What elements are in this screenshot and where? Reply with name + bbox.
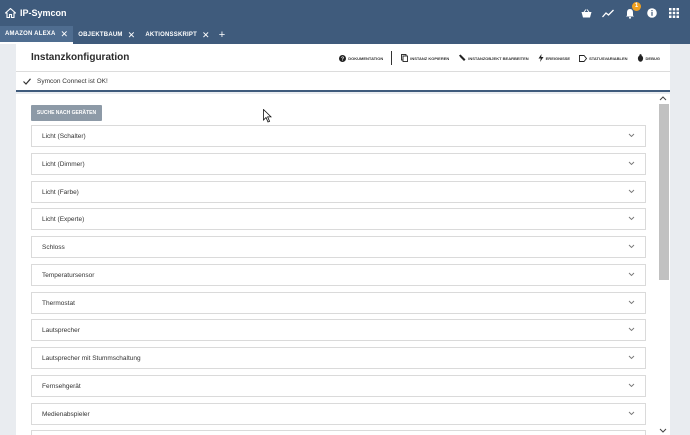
page-title: Instanzkonfiguration bbox=[31, 52, 130, 63]
device-type-item[interactable]: Lautsprecher bbox=[31, 319, 646, 341]
status-message: Symcon Connect ist OK! bbox=[37, 77, 108, 85]
edit-instance-button[interactable]: Instanzobjekt bearbeiten bbox=[458, 54, 529, 62]
close-icon[interactable]: ✕ bbox=[128, 30, 136, 41]
chevron-down-icon bbox=[628, 300, 635, 305]
wrench-icon bbox=[459, 54, 466, 61]
svg-text:?: ? bbox=[341, 56, 344, 62]
chevron-up-icon[interactable] bbox=[659, 96, 667, 101]
search-devices-button[interactable]: SUCHE NACH GERÄTEN bbox=[31, 105, 102, 121]
app-title: IP-Symcon bbox=[20, 8, 67, 18]
chevron-down-icon bbox=[628, 133, 635, 138]
debug-button[interactable]: Debug bbox=[637, 54, 660, 62]
chevron-down-icon[interactable] bbox=[659, 428, 667, 433]
tag-icon bbox=[579, 54, 588, 62]
tab-label: AMAZON ALEXA bbox=[5, 31, 56, 37]
tab-label: OBJEKTBAUM bbox=[78, 32, 123, 38]
device-type-item[interactable]: Licht (Dimmer) bbox=[31, 153, 646, 175]
tab-bar: AMAZON ALEXA ✕ OBJEKTBAUM ✕ AKTIONSSKRIP… bbox=[0, 26, 690, 44]
add-tab-button[interactable]: + bbox=[215, 26, 229, 44]
device-type-item[interactable]: Medienabspieler bbox=[31, 403, 646, 425]
bug-icon bbox=[637, 54, 643, 62]
device-type-item[interactable]: Licht (Experte) bbox=[31, 208, 646, 230]
copy-icon bbox=[401, 54, 409, 62]
basket-icon[interactable] bbox=[578, 5, 594, 21]
tab-amazon-alexa[interactable]: AMAZON ALEXA ✕ bbox=[0, 26, 74, 44]
chevron-down-icon bbox=[628, 216, 635, 221]
tab-label: AKTIONSSKRIPT bbox=[145, 32, 197, 38]
device-type-item[interactable] bbox=[31, 430, 646, 435]
close-icon[interactable]: ✕ bbox=[202, 30, 210, 41]
chevron-down-icon bbox=[628, 383, 635, 388]
tab-objektbaum[interactable]: OBJEKTBAUM ✕ bbox=[73, 26, 140, 44]
device-type-item[interactable]: Schloss bbox=[31, 236, 646, 258]
divider bbox=[391, 51, 393, 65]
device-type-item[interactable]: Lautsprecher mit Stummschaltung bbox=[31, 347, 646, 369]
device-type-item[interactable]: Licht (Farbe) bbox=[31, 181, 646, 203]
copy-instance-button[interactable]: Instanz kopieren bbox=[401, 54, 449, 62]
documentation-button[interactable]: ? Dokumentation bbox=[339, 54, 383, 62]
chevron-down-icon bbox=[628, 411, 635, 416]
chevron-down-icon bbox=[628, 355, 635, 360]
notification-badge: 1 bbox=[632, 2, 641, 11]
chevron-down-icon bbox=[628, 272, 635, 277]
chevron-down-icon bbox=[628, 327, 635, 332]
bell-icon[interactable]: 1 bbox=[622, 2, 641, 21]
tab-aktionsskript[interactable]: AKTIONSSKRIPT ✕ bbox=[140, 26, 214, 44]
chevron-down-icon bbox=[628, 189, 635, 194]
device-type-item[interactable]: Thermostat bbox=[31, 292, 646, 314]
device-type-item[interactable]: Temperatursensor bbox=[31, 264, 646, 286]
activity-chart-icon[interactable] bbox=[600, 5, 616, 21]
help-icon: ? bbox=[339, 54, 347, 62]
grid-menu-icon[interactable] bbox=[666, 5, 682, 21]
panel-header: Instanzkonfiguration ? Dokumentation Ins… bbox=[16, 44, 670, 72]
status-variables-button[interactable]: Statusvariablen bbox=[579, 54, 628, 62]
close-icon[interactable]: ✕ bbox=[61, 29, 69, 40]
brand[interactable]: IP-Symcon bbox=[5, 8, 67, 18]
device-type-item[interactable]: Licht (Schalter) bbox=[31, 125, 646, 147]
scrollbar[interactable] bbox=[658, 94, 669, 435]
config-form: SUCHE NACH GERÄTEN Licht (Schalter) Lich… bbox=[16, 94, 670, 435]
status-bar: Symcon Connect ist OK! bbox=[16, 72, 670, 92]
events-button[interactable]: Ereignisse bbox=[538, 54, 570, 62]
info-icon[interactable] bbox=[644, 5, 660, 21]
top-bar: IP-Symcon 1 bbox=[0, 0, 690, 26]
scrollbar-thumb[interactable] bbox=[659, 104, 669, 280]
device-type-item[interactable]: Fernsehgerät bbox=[31, 375, 646, 397]
mouse-cursor-icon bbox=[263, 109, 272, 123]
check-icon bbox=[23, 77, 31, 85]
home-icon bbox=[5, 8, 16, 18]
chevron-down-icon bbox=[628, 244, 635, 249]
chevron-down-icon bbox=[628, 161, 635, 166]
lightning-icon bbox=[538, 54, 544, 62]
